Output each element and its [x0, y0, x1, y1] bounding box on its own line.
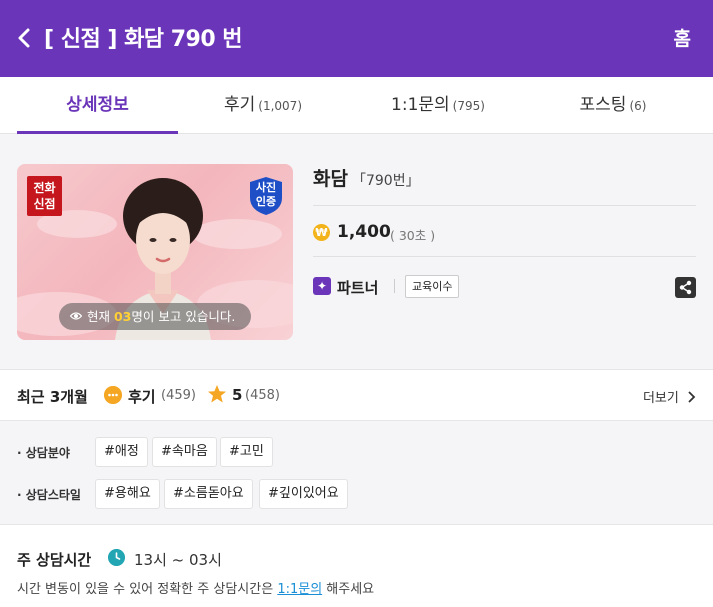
tab-posting-label: 포스팅	[579, 95, 627, 115]
price-unit: ( 30초 )	[390, 228, 436, 243]
style-tag[interactable]: #용해요	[95, 479, 160, 509]
counselor-profile: 전화 신점 사진 인증 현재 03명이 보고 있습니다. 화담「790번」 ₩	[0, 134, 713, 370]
back-arrow-icon[interactable]	[14, 25, 36, 51]
tab-reviews[interactable]: 후기 (1,007)	[178, 77, 348, 134]
field-tag[interactable]: #속마음	[152, 437, 217, 467]
tab-details-label: 상세정보	[66, 95, 129, 115]
tab-inquiry-label: 1:1문의	[391, 95, 450, 115]
tab-bar: 상세정보 후기 (1,007) 1:1문의 (795) 포스팅 (6)	[0, 77, 713, 134]
tab-inquiry-count: (795)	[452, 99, 485, 113]
viewing-count: 03	[113, 309, 132, 324]
more-reviews-link[interactable]: 더보기	[643, 387, 696, 406]
page-title: [ 신점 ] 화담 790 번	[44, 27, 243, 52]
partner-label: 파트너	[337, 279, 379, 297]
phone-fortune-badge: 전화 신점	[27, 176, 62, 216]
review-label: 후기	[128, 388, 156, 406]
photo-verified-line1: 사진	[255, 181, 277, 194]
rating-count: (458)	[245, 388, 280, 403]
style-label: · 상담스타일	[17, 488, 81, 502]
viewing-suffix: 명이 보고 있습니다.	[131, 309, 236, 324]
consultation-tags: · 상담분야 #애정 #속마음 #고민 · 상담스타일 #용해요 #소름돋아요 …	[0, 421, 713, 525]
counselor-photo: 전화 신점 사진 인증 현재 03명이 보고 있습니다.	[17, 164, 293, 340]
recent-period-label: 최근 3개월	[17, 388, 88, 406]
chevron-right-icon	[688, 391, 696, 403]
price-value: 1,400	[337, 222, 391, 242]
style-tag[interactable]: #소름돋아요	[164, 479, 253, 509]
tab-reviews-count: (1,007)	[258, 99, 302, 113]
more-label: 더보기	[642, 391, 679, 406]
coin-icon: ₩	[313, 224, 330, 241]
phone-fortune-badge-line2: 신점	[33, 197, 56, 211]
partner-row: ✦ 파트너 교육이수	[313, 257, 696, 315]
tab-posting[interactable]: 포스팅 (6)	[528, 77, 698, 134]
eye-icon	[70, 312, 82, 320]
field-tag[interactable]: #애정	[95, 437, 148, 467]
review-count: (459)	[161, 388, 196, 403]
divider	[394, 279, 395, 293]
partner-icon: ✦	[313, 277, 331, 295]
education-badge: 교육이수	[405, 275, 460, 298]
inquiry-link[interactable]: 1:1문의	[277, 582, 322, 597]
tab-posting-count: (6)	[629, 99, 647, 113]
share-icon[interactable]	[675, 277, 696, 298]
style-tag[interactable]: #깊이있어요	[259, 479, 348, 509]
name-row: 화담 「790번」	[313, 164, 696, 206]
current-viewers-pill: 현재 03명이 보고 있습니다.	[59, 303, 251, 330]
counselor-name: 화담	[313, 168, 348, 190]
photo-verified-badge: 사진 인증	[249, 176, 283, 216]
field-tag[interactable]: #고민	[220, 437, 273, 467]
hours-note-prefix: 시간 변동이 있을 수 있어 정확한 주 상담시간은	[17, 582, 278, 597]
field-label: · 상담분야	[17, 446, 70, 460]
rating-value: 5	[232, 386, 243, 404]
consultation-hours: 주 상담시간 13시 ~ 03시 시간 변동이 있을 수 있어 정확한 주 상담…	[0, 525, 713, 607]
tab-reviews-label: 후기	[224, 95, 256, 115]
home-button[interactable]: 홈	[674, 24, 691, 51]
hours-note: 시간 변동이 있을 수 있어 정확한 주 상담시간은 1:1문의 해주세요	[17, 578, 374, 597]
photo-verified-line2: 인증	[255, 195, 277, 208]
app-header: [ 신점 ] 화담 790 번 홈	[0, 0, 713, 77]
tab-inquiry[interactable]: 1:1문의 (795)	[348, 77, 528, 134]
hours-time: 13시 ~ 03시	[134, 551, 222, 569]
recent-reviews-summary: 최근 3개월 후기 (459) 5 (458) 더보기	[0, 370, 713, 421]
phone-fortune-badge-line1: 전화	[33, 181, 56, 195]
star-icon	[208, 385, 226, 403]
viewing-prefix: 현재	[87, 309, 114, 324]
review-bubble-icon	[104, 386, 122, 404]
counselor-code: 「790번」	[351, 173, 420, 189]
counselor-info: 화담 「790번」 ₩ 1,400 ( 30초 ) ✦ 파트너 교육이수	[313, 164, 696, 315]
price-row: ₩ 1,400 ( 30초 )	[313, 206, 696, 257]
tab-details[interactable]: 상세정보	[17, 77, 178, 134]
clock-icon	[108, 549, 125, 566]
hours-label: 주 상담시간	[17, 551, 92, 569]
hours-note-suffix: 해주세요	[322, 582, 375, 597]
